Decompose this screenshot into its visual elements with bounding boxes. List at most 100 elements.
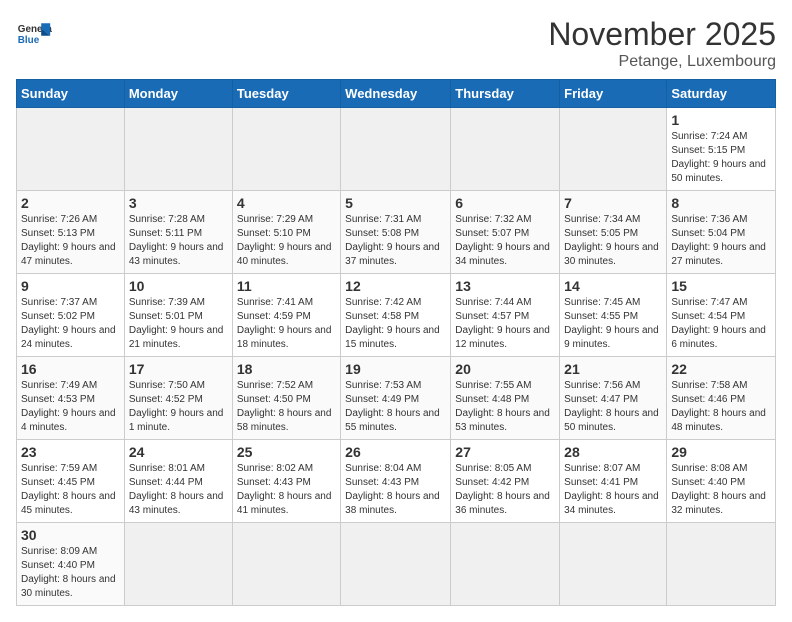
day-header-sunday: Sunday — [17, 80, 125, 108]
calendar-day-cell — [341, 108, 451, 191]
calendar-day-cell — [560, 523, 667, 606]
day-header-monday: Monday — [124, 80, 232, 108]
calendar-day-cell: 20Sunrise: 7:55 AM Sunset: 4:48 PM Dayli… — [451, 357, 560, 440]
day-number: 21 — [564, 361, 662, 377]
day-number: 29 — [671, 444, 771, 460]
day-info: Sunrise: 7:53 AM Sunset: 4:49 PM Dayligh… — [345, 379, 446, 435]
day-info: Sunrise: 7:29 AM Sunset: 5:10 PM Dayligh… — [237, 213, 336, 269]
day-info: Sunrise: 7:31 AM Sunset: 5:08 PM Dayligh… — [345, 213, 446, 269]
calendar-day-cell — [451, 108, 560, 191]
calendar-day-cell — [560, 108, 667, 191]
calendar-day-cell: 10 Sunrise: 7:39 AM Sunset: 5:01 PM Dayli… — [124, 274, 232, 357]
location-title: Petange, Luxembourg — [548, 53, 776, 71]
day-number: 23 — [21, 444, 120, 460]
day-info: Sunrise: 8:05 AM Sunset: 4:42 PM Dayligh… — [455, 462, 555, 518]
calendar-day-cell: 12 Sunrise: 7:42 AM Sunset: 4:58 PM Dayli… — [341, 274, 451, 357]
calendar-day-cell: 16 Sunrise: 7:49 AM Sunset: 4:53 PM Dayli… — [17, 357, 125, 440]
day-info: Sunrise: 8:01 AM Sunset: 4:44 PM Dayligh… — [129, 462, 228, 518]
calendar-day-cell — [341, 523, 451, 606]
day-number: 26 — [345, 444, 446, 460]
day-info: Sunrise: 7:28 AM Sunset: 5:11 PM Dayligh… — [129, 213, 228, 269]
day-info: Sunrise: 7:49 AM Sunset: 4:53 PM Dayligh… — [21, 379, 120, 435]
day-number: 25 — [237, 444, 336, 460]
day-number: 24 — [129, 444, 228, 460]
day-info: Sunrise: 7:47 AM Sunset: 4:54 PM Dayligh… — [671, 296, 771, 352]
calendar-day-cell: 14 Sunrise: 7:45 AM Sunset: 4:55 PM Dayli… — [560, 274, 667, 357]
day-info: Sunrise: 7:44 AM Sunset: 4:57 PM Dayligh… — [455, 296, 555, 352]
calendar-day-cell: 24 Sunrise: 8:01 AM Sunset: 4:44 PM Dayli… — [124, 440, 232, 523]
calendar-day-cell: 9 Sunrise: 7:37 AM Sunset: 5:02 PM Daylig… — [17, 274, 125, 357]
day-number: 27 — [455, 444, 555, 460]
calendar-day-cell: 13 Sunrise: 7:44 AM Sunset: 4:57 PM Dayli… — [451, 274, 560, 357]
calendar-table: SundayMondayTuesdayWednesdayThursdayFrid… — [16, 79, 776, 606]
day-number: 16 — [21, 361, 120, 377]
calendar-day-cell: 30 Sunrise: 8:09 AM Sunset: 4:40 PM Dayli… — [17, 523, 125, 606]
day-number: 8 — [671, 195, 771, 211]
day-info: Sunrise: 7:59 AM Sunset: 4:45 PM Dayligh… — [21, 462, 120, 518]
calendar-week-row: 2Sunrise: 7:26 AM Sunset: 5:13 PM Daylig… — [17, 191, 776, 274]
calendar-week-row: 1Sunrise: 7:24 AM Sunset: 5:15 PM Daylig… — [17, 108, 776, 191]
day-number: 22 — [671, 361, 771, 377]
day-info: Sunrise: 8:02 AM Sunset: 4:43 PM Dayligh… — [237, 462, 336, 518]
calendar-day-cell: 21 Sunrise: 7:56 AM Sunset: 4:47 PM Dayli… — [560, 357, 667, 440]
calendar-day-cell — [667, 523, 776, 606]
calendar-week-row: 9 Sunrise: 7:37 AM Sunset: 5:02 PM Daylig… — [17, 274, 776, 357]
day-number: 30 — [21, 527, 120, 543]
day-number: 2 — [21, 195, 120, 211]
day-header-tuesday: Tuesday — [232, 80, 340, 108]
calendar-week-row: 23 Sunrise: 7:59 AM Sunset: 4:45 PM Dayli… — [17, 440, 776, 523]
calendar-day-cell — [232, 108, 340, 191]
calendar-day-cell: 2Sunrise: 7:26 AM Sunset: 5:13 PM Daylig… — [17, 191, 125, 274]
day-info: Sunrise: 7:56 AM Sunset: 4:47 PM Dayligh… — [564, 379, 662, 435]
day-info: Sunrise: 8:09 AM Sunset: 4:40 PM Dayligh… — [21, 545, 120, 601]
day-info: Sunrise: 7:32 AM Sunset: 5:07 PM Dayligh… — [455, 213, 555, 269]
day-number: 4 — [237, 195, 336, 211]
day-number: 20 — [455, 361, 555, 377]
day-number: 9 — [21, 278, 120, 294]
day-header-wednesday: Wednesday — [341, 80, 451, 108]
day-header-saturday: Saturday — [667, 80, 776, 108]
calendar-day-cell — [124, 108, 232, 191]
calendar-day-cell: 29Sunrise: 8:08 AM Sunset: 4:40 PM Dayli… — [667, 440, 776, 523]
day-info: Sunrise: 7:37 AM Sunset: 5:02 PM Dayligh… — [21, 296, 120, 352]
day-info: Sunrise: 7:36 AM Sunset: 5:04 PM Dayligh… — [671, 213, 771, 269]
calendar-day-cell: 27 Sunrise: 8:05 AM Sunset: 4:42 PM Dayli… — [451, 440, 560, 523]
day-info: Sunrise: 7:39 AM Sunset: 5:01 PM Dayligh… — [129, 296, 228, 352]
day-info: Sunrise: 7:50 AM Sunset: 4:52 PM Dayligh… — [129, 379, 228, 435]
day-info: Sunrise: 8:04 AM Sunset: 4:43 PM Dayligh… — [345, 462, 446, 518]
day-info: Sunrise: 7:58 AM Sunset: 4:46 PM Dayligh… — [671, 379, 771, 435]
day-number: 14 — [564, 278, 662, 294]
day-info: Sunrise: 7:42 AM Sunset: 4:58 PM Dayligh… — [345, 296, 446, 352]
calendar-day-cell: 18 Sunrise: 7:52 AM Sunset: 4:50 PM Dayli… — [232, 357, 340, 440]
day-number: 3 — [129, 195, 228, 211]
calendar-day-cell — [232, 523, 340, 606]
day-number: 13 — [455, 278, 555, 294]
day-number: 28 — [564, 444, 662, 460]
day-number: 12 — [345, 278, 446, 294]
header: General Blue November 2025 Petange, Luxe… — [16, 16, 776, 71]
day-number: 18 — [237, 361, 336, 377]
logo: General Blue — [16, 16, 52, 52]
day-info: Sunrise: 7:45 AM Sunset: 4:55 PM Dayligh… — [564, 296, 662, 352]
day-header-friday: Friday — [560, 80, 667, 108]
calendar-day-cell: 25 Sunrise: 8:02 AM Sunset: 4:43 PM Dayli… — [232, 440, 340, 523]
calendar-day-cell: 6 Sunrise: 7:32 AM Sunset: 5:07 PM Daylig… — [451, 191, 560, 274]
day-info: Sunrise: 7:41 AM Sunset: 4:59 PM Dayligh… — [237, 296, 336, 352]
day-number: 6 — [455, 195, 555, 211]
day-number: 11 — [237, 278, 336, 294]
day-info: Sunrise: 7:52 AM Sunset: 4:50 PM Dayligh… — [237, 379, 336, 435]
calendar-week-row: 16 Sunrise: 7:49 AM Sunset: 4:53 PM Dayli… — [17, 357, 776, 440]
calendar-day-cell: 11 Sunrise: 7:41 AM Sunset: 4:59 PM Dayli… — [232, 274, 340, 357]
day-number: 10 — [129, 278, 228, 294]
day-number: 17 — [129, 361, 228, 377]
calendar-day-cell: 5Sunrise: 7:31 AM Sunset: 5:08 PM Daylig… — [341, 191, 451, 274]
day-info: Sunrise: 8:07 AM Sunset: 4:41 PM Dayligh… — [564, 462, 662, 518]
day-info: Sunrise: 7:34 AM Sunset: 5:05 PM Dayligh… — [564, 213, 662, 269]
calendar-day-cell: 3 Sunrise: 7:28 AM Sunset: 5:11 PM Daylig… — [124, 191, 232, 274]
calendar-day-cell — [124, 523, 232, 606]
calendar-day-cell: 23 Sunrise: 7:59 AM Sunset: 4:45 PM Dayli… — [17, 440, 125, 523]
day-number: 1 — [671, 112, 771, 128]
calendar-day-cell: 17 Sunrise: 7:50 AM Sunset: 4:52 PM Dayli… — [124, 357, 232, 440]
svg-text:Blue: Blue — [18, 35, 40, 46]
calendar-day-cell: 28 Sunrise: 8:07 AM Sunset: 4:41 PM Dayli… — [560, 440, 667, 523]
